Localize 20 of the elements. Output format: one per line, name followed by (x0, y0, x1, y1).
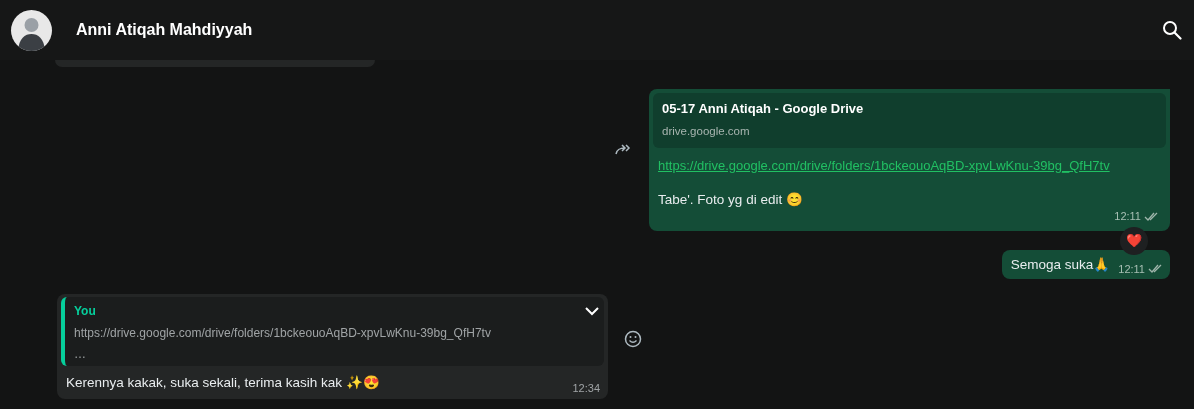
quote-more: … (74, 346, 87, 364)
quoted-message[interactable]: You https://drive.google.com/drive/folders/1bckeouoAqBD-xpvLwKnu-39bg_QfH7tv … (61, 297, 604, 367)
preview-domain: drive.google.com (662, 123, 751, 139)
quote-author: You (74, 304, 96, 318)
preview-title: 05-17 Anni Atiqah - Google Drive (662, 100, 865, 118)
emoji-icon[interactable] (624, 329, 642, 348)
quote-text: https://drive.google.com/drive/folders/1bckeouoAqBD-xpvLwKnu-39bg_QfH7tv (74, 325, 492, 343)
avatar[interactable] (11, 9, 52, 51)
message-time: 12:11 (1114, 209, 1141, 225)
message-time: 12:11 (1118, 261, 1145, 277)
message-link[interactable]: https://drive.google.com/drive/folders/1bckeouoAqBD-xpvLwKnu-39bg_QfH7tv (658, 155, 1110, 176)
message-text: Tabe'. Foto yg di edit 😊 (658, 191, 804, 209)
contact-name: Anni Atiqah Mahdiyyah (76, 20, 253, 40)
message-text: Semoga suka🙏 (1010, 255, 1111, 274)
chevron-down-icon[interactable] (584, 306, 600, 316)
forward-icon[interactable] (615, 142, 633, 155)
link-preview[interactable]: 05-17 Anni Atiqah - Google Drive drive.google.com (653, 93, 1166, 148)
message-time: 12:34 (572, 381, 600, 396)
search-icon[interactable] (1162, 20, 1182, 40)
message-text: Kerennya kakak, suka sekali, terima kasih kak ✨😍 (66, 374, 380, 393)
